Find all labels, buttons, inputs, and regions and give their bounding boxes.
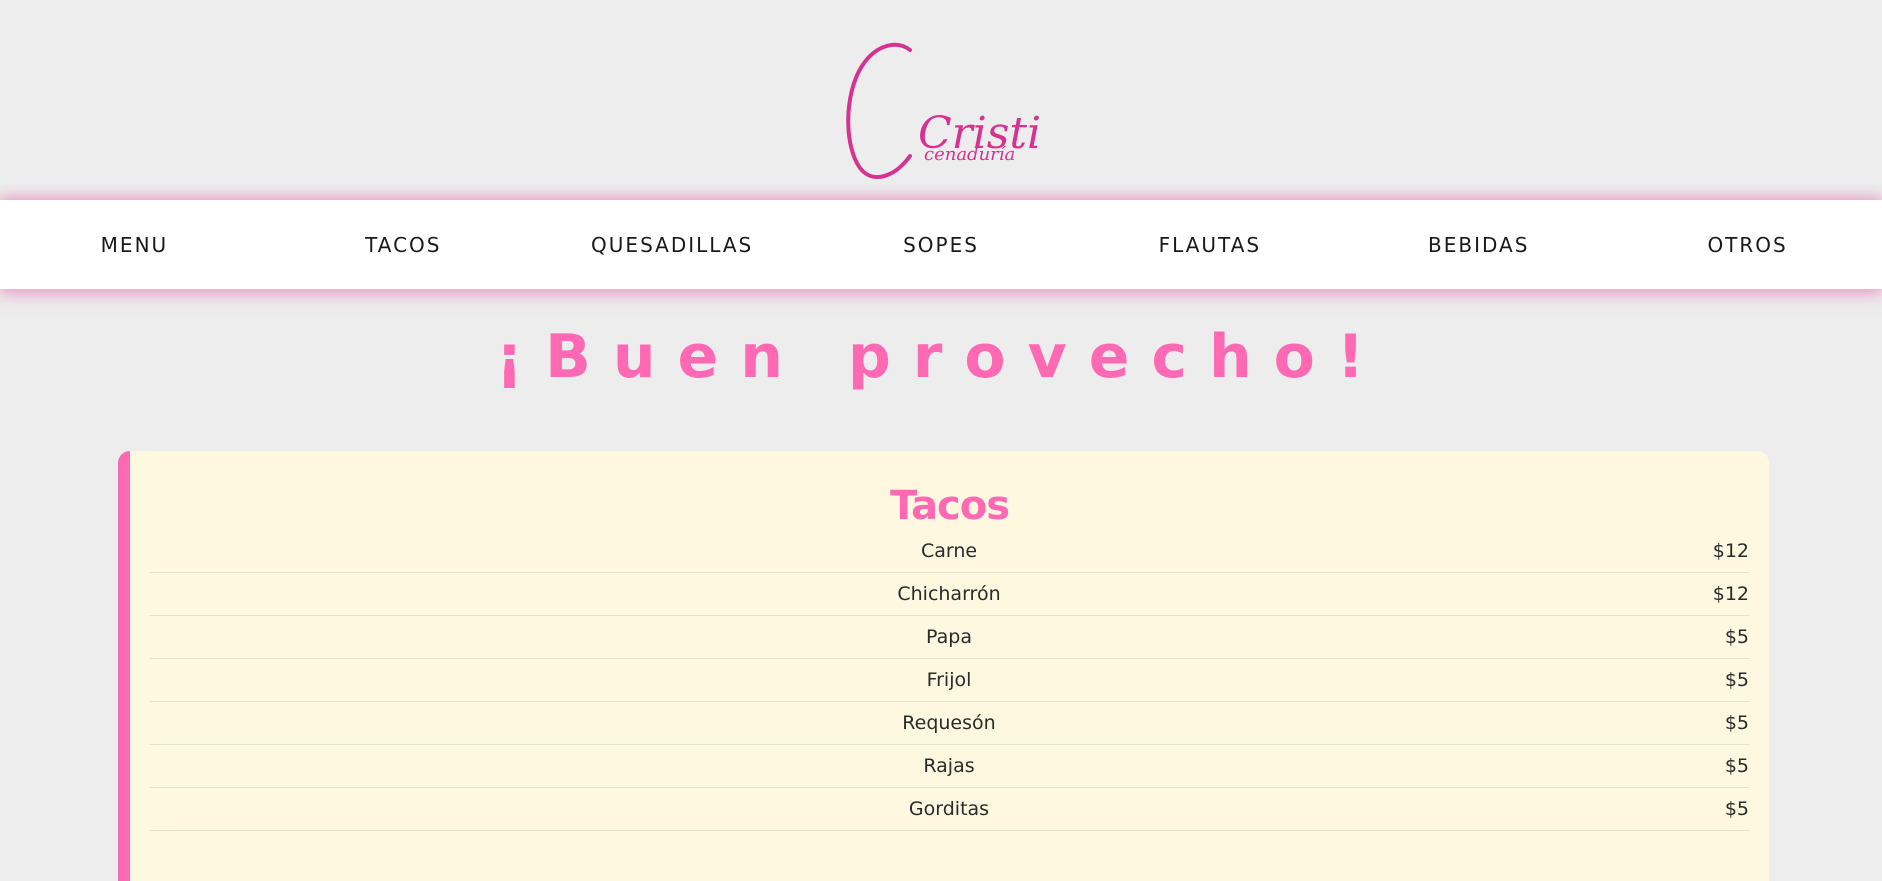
menu-card-tacos: Tacos Carne $12 Chicharrón $12 Papa $5 F… [118, 451, 1769, 881]
nav-item-menu[interactable]: MENU [0, 233, 269, 257]
menu-item-row: Rajas $5 [149, 745, 1749, 788]
logo-sub-text: cenaduría [924, 144, 1015, 165]
section-title: Tacos [889, 483, 1010, 529]
menu-item-list: Carne $12 Chicharrón $12 Papa $5 Frijol … [149, 530, 1749, 831]
menu-item-price: $5 [1724, 669, 1749, 691]
menu-item-row: Requesón $5 [149, 702, 1749, 745]
nav-item-tacos[interactable]: TACOS [269, 233, 538, 257]
menu-item-row: Papa $5 [149, 616, 1749, 659]
nav-item-flautas[interactable]: FLAUTAS [1075, 233, 1344, 257]
menu-item-name: Carne [920, 540, 978, 562]
menu-item-name: Gorditas [908, 798, 990, 820]
menu-item-name: Frijol [926, 669, 972, 691]
menu-item-price: $5 [1724, 626, 1749, 648]
nav-item-otros[interactable]: OTROS [1613, 233, 1882, 257]
nav-item-sopes[interactable]: SOPES [807, 233, 1076, 257]
menu-item-row: Carne $12 [149, 530, 1749, 573]
menu-item-row: Gorditas $5 [149, 788, 1749, 831]
menu-item-name: Requesón [902, 712, 996, 734]
page-headline: ¡Buen provecho! [495, 322, 1387, 392]
menu-item-row: Frijol $5 [149, 659, 1749, 702]
menu-item-price: $5 [1724, 755, 1749, 777]
nav-item-quesadillas[interactable]: QUESADILLAS [538, 233, 807, 257]
menu-item-row: Chicharrón $12 [149, 573, 1749, 616]
menu-item-price: $12 [1712, 540, 1749, 562]
menu-item-name: Papa [926, 626, 972, 648]
menu-item-name: Rajas [923, 755, 975, 777]
menu-item-name: Chicharrón [897, 583, 1001, 605]
main-nav: MENU TACOS QUESADILLAS SOPES FLAUTAS BEB… [0, 200, 1882, 289]
cristi-logo[interactable]: Cristi cenaduría [838, 36, 1048, 186]
menu-item-price: $12 [1712, 583, 1749, 605]
menu-item-price: $5 [1724, 712, 1749, 734]
site-header: Cristi cenaduría [0, 0, 1882, 200]
menu-item-price: $5 [1724, 798, 1749, 820]
nav-item-bebidas[interactable]: BEBIDAS [1344, 233, 1613, 257]
